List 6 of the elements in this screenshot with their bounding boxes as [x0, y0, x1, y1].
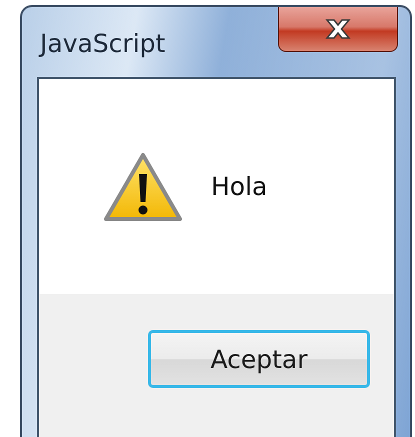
- accept-button[interactable]: Aceptar: [148, 330, 370, 388]
- warning-icon: [103, 152, 183, 222]
- window-title: JavaScript: [40, 29, 166, 58]
- close-icon: [323, 17, 353, 41]
- close-button[interactable]: [278, 7, 398, 52]
- message-text: Hola: [211, 172, 268, 201]
